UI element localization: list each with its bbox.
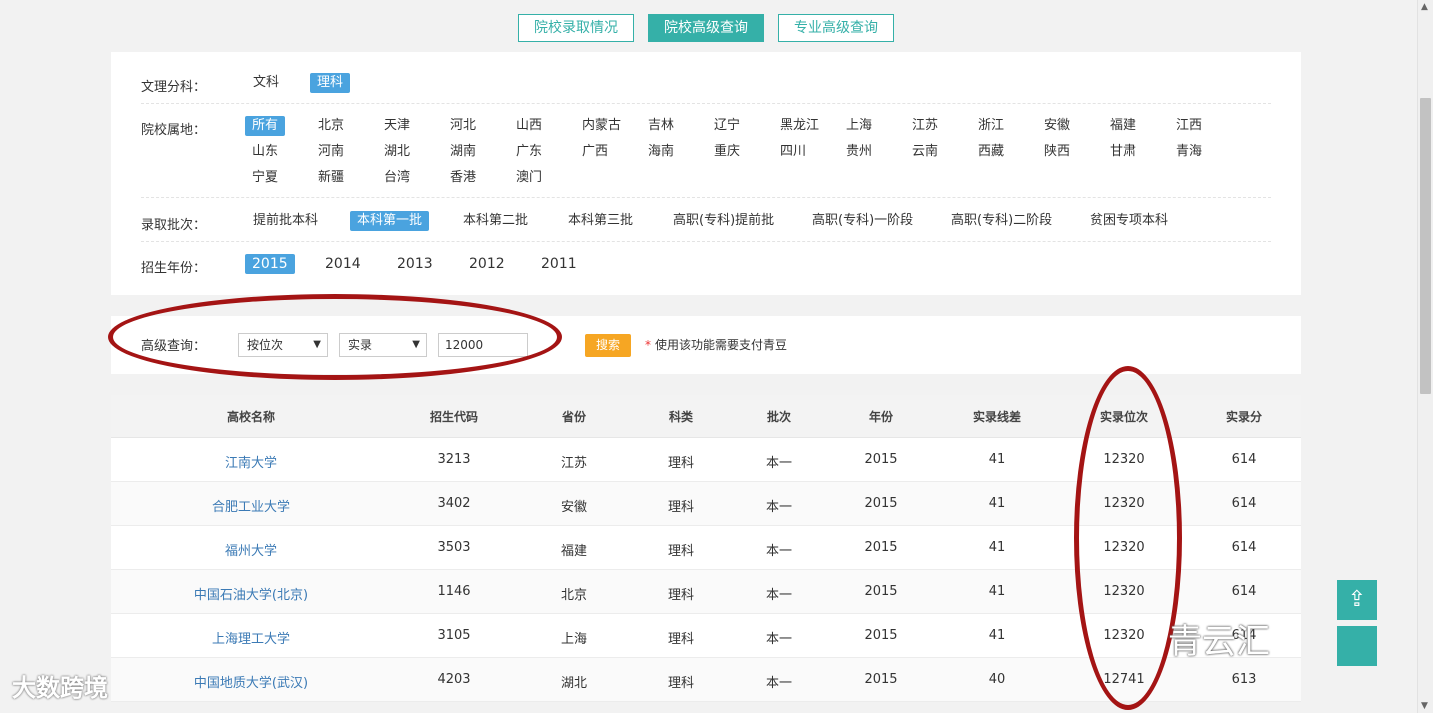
location-option[interactable]: 澳门 bbox=[509, 168, 549, 188]
year-option-2013[interactable]: 2013 bbox=[390, 254, 440, 274]
page-scrollbar[interactable]: ▲ ▼ bbox=[1417, 0, 1433, 713]
year-option-2015[interactable]: 2015 bbox=[245, 254, 295, 274]
column-header: 实录分 bbox=[1225, 410, 1262, 424]
location-option[interactable]: 安徽 bbox=[1037, 116, 1077, 136]
location-option[interactable]: 江西 bbox=[1169, 116, 1209, 136]
location-option[interactable]: 所有 bbox=[245, 116, 286, 136]
divider bbox=[141, 241, 1271, 242]
filter-panel: 文理分科： 文科 理科 院校属地： 所有 北京 天津 河北 山西 内蒙古 吉林 辽宁 黑龙江 上海… bbox=[111, 52, 1301, 295]
location-option[interactable]: 北京 bbox=[311, 116, 351, 136]
batch-option-first[interactable]: 本科第一批 bbox=[350, 211, 430, 231]
location-option[interactable]: 甘肃 bbox=[1103, 142, 1143, 162]
batch-option-poverty-special[interactable]: 贫困专项本科 bbox=[1083, 211, 1175, 231]
scroll-down-icon[interactable]: ▼ bbox=[1421, 701, 1428, 711]
college-name-link[interactable]: 合肥工业大学 bbox=[151, 496, 351, 515]
required-star: * bbox=[645, 338, 651, 352]
batch-option-early[interactable]: 提前批本科 bbox=[246, 211, 325, 231]
year-option-2012[interactable]: 2012 bbox=[462, 254, 512, 274]
scroll-thumb[interactable] bbox=[1420, 98, 1431, 394]
year-option-2011[interactable]: 2011 bbox=[534, 254, 584, 274]
location-option[interactable]: 陕西 bbox=[1037, 142, 1077, 162]
location-option[interactable]: 黑龙江 bbox=[773, 116, 826, 136]
location-option[interactable]: 广东 bbox=[509, 142, 549, 162]
location-option[interactable]: 重庆 bbox=[707, 142, 747, 162]
college-name-link[interactable]: 上海理工大学 bbox=[151, 628, 351, 647]
batch-option-third[interactable]: 本科第三批 bbox=[561, 211, 640, 231]
divider bbox=[141, 103, 1271, 104]
tab-major-advanced-query[interactable]: 专业高级查询 bbox=[778, 14, 894, 42]
year-filter-label: 招生年份： bbox=[141, 261, 207, 276]
batch-option-vocational-stage1[interactable]: 高职(专科)一阶段 bbox=[805, 211, 920, 231]
location-option[interactable]: 湖北 bbox=[377, 142, 417, 162]
location-option[interactable]: 内蒙古 bbox=[575, 116, 628, 136]
batch-option-vocational-early[interactable]: 高职(专科)提前批 bbox=[666, 211, 781, 231]
location-option[interactable]: 四川 bbox=[773, 142, 813, 162]
tab-admission-status[interactable]: 院校录取情况 bbox=[518, 14, 634, 42]
divider bbox=[141, 197, 1271, 198]
location-option[interactable]: 福建 bbox=[1103, 116, 1143, 136]
location-option[interactable]: 西藏 bbox=[971, 142, 1011, 162]
college-name-link[interactable]: 江南大学 bbox=[151, 452, 351, 471]
subject-option-liberal-arts[interactable]: 文科 bbox=[246, 73, 286, 93]
college-name-link[interactable]: 福州大学 bbox=[151, 540, 351, 559]
location-option[interactable]: 辽宁 bbox=[707, 116, 747, 136]
location-option[interactable]: 新疆 bbox=[311, 168, 351, 188]
batch-option-second[interactable]: 本科第二批 bbox=[456, 211, 535, 231]
annotation-ellipse-query bbox=[108, 294, 562, 380]
location-option[interactable]: 云南 bbox=[905, 142, 945, 162]
column-header: 高校名称 bbox=[226, 410, 275, 424]
college-name-link[interactable]: 中国地质大学(武汉) bbox=[151, 672, 351, 691]
location-option[interactable]: 台湾 bbox=[377, 168, 417, 188]
search-button[interactable]: 搜索 bbox=[585, 334, 631, 357]
table-cell: 613 bbox=[1231, 672, 1257, 687]
subject-option-science[interactable]: 理科 bbox=[310, 73, 351, 93]
batch-filter-label: 录取批次： bbox=[141, 218, 207, 233]
year-option-2014[interactable]: 2014 bbox=[318, 254, 368, 274]
location-option[interactable]: 广西 bbox=[575, 142, 615, 162]
location-option[interactable]: 湖南 bbox=[443, 142, 483, 162]
location-option[interactable]: 上海 bbox=[839, 116, 879, 136]
location-option[interactable]: 香港 bbox=[443, 168, 483, 188]
watermark-right: 青云汇 bbox=[1168, 622, 1270, 662]
watermark-left: 大数跨境 bbox=[12, 674, 108, 702]
location-filter-label: 院校属地： bbox=[141, 123, 207, 138]
back-to-top-button[interactable]: ⇪ bbox=[1337, 580, 1377, 620]
location-option[interactable]: 山西 bbox=[509, 116, 549, 136]
scroll-up-icon[interactable]: ▲ bbox=[1421, 2, 1428, 12]
location-option[interactable]: 浙江 bbox=[971, 116, 1011, 136]
annotation-ellipse-rank-column bbox=[1074, 366, 1182, 710]
college-name-link[interactable]: 中国石油大学(北京) bbox=[151, 584, 351, 603]
query-tabs: 院校录取情况 院校高级查询 专业高级查询 bbox=[518, 14, 894, 42]
payment-note-text: 使用该功能需要支付青豆 bbox=[655, 338, 788, 352]
location-option[interactable]: 江苏 bbox=[905, 116, 945, 136]
location-option[interactable]: 河北 bbox=[443, 116, 483, 136]
subject-filter-label: 文理分科： bbox=[141, 80, 207, 95]
location-option[interactable]: 山东 bbox=[245, 142, 285, 162]
location-option[interactable]: 天津 bbox=[377, 116, 417, 136]
location-option[interactable]: 吉林 bbox=[641, 116, 681, 136]
location-option[interactable]: 宁夏 bbox=[245, 168, 285, 188]
payment-note: * 使用该功能需要支付青豆 bbox=[645, 336, 787, 353]
location-option[interactable]: 海南 bbox=[641, 142, 681, 162]
location-option[interactable]: 贵州 bbox=[839, 142, 879, 162]
tab-college-advanced-query[interactable]: 院校高级查询 bbox=[648, 14, 764, 42]
batch-option-vocational-stage2[interactable]: 高职(专科)二阶段 bbox=[944, 211, 1059, 231]
location-option[interactable]: 河南 bbox=[311, 142, 351, 162]
location-option[interactable]: 青海 bbox=[1169, 142, 1209, 162]
side-action-button[interactable] bbox=[1337, 626, 1377, 666]
up-arrow-icon: ⇪ bbox=[1347, 587, 1367, 612]
